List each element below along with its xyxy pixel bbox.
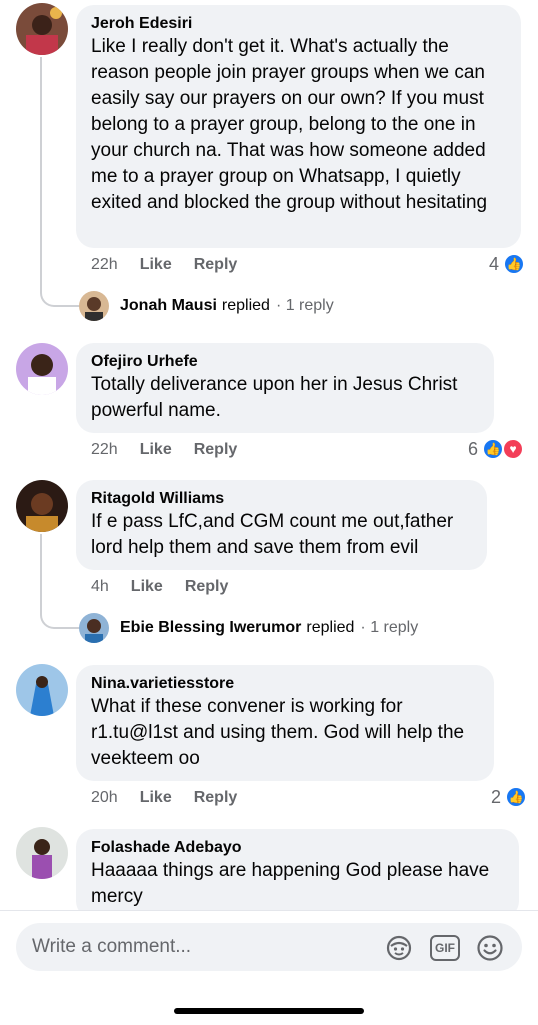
like-reaction-icon: 👍 xyxy=(505,786,528,808)
reply-verb: replied xyxy=(306,619,355,636)
reaction-summary[interactable]: 2 👍 xyxy=(491,786,528,808)
comment-author[interactable]: Ritagold Williams xyxy=(91,489,472,509)
like-button[interactable]: Like xyxy=(131,578,163,596)
comment-actions: 4h Like Reply xyxy=(91,578,228,596)
comment-time[interactable]: 22h xyxy=(91,441,118,459)
comment-text: If e pass LfC,and CGM count me out,fathe… xyxy=(91,511,454,558)
comment-bubble: Folashade Adebayo Haaaaa things are happ… xyxy=(76,829,519,919)
love-reaction-icon: ♥ xyxy=(502,438,525,460)
like-button[interactable]: Like xyxy=(140,789,172,807)
like-button[interactable]: Like xyxy=(140,441,172,459)
reaction-summary[interactable]: 4 👍 xyxy=(489,253,526,275)
comment-time[interactable]: 20h xyxy=(91,789,118,807)
comment-bubble: Ritagold Williams If e pass LfC,and CGM … xyxy=(76,480,487,570)
avatar[interactable] xyxy=(16,480,68,532)
like-button[interactable]: Like xyxy=(140,256,172,274)
comment-bubble: Ofejiro Urhefe Totally deliverance upon … xyxy=(76,343,494,433)
comment-actions: 22h Like Reply xyxy=(91,441,237,459)
comment-author[interactable]: Ofejiro Urhefe xyxy=(91,352,479,372)
reply-avatar[interactable] xyxy=(79,291,109,321)
reply-button[interactable]: Reply xyxy=(194,441,238,459)
comment-composer-bar: Write a comment... GIF xyxy=(0,910,538,1025)
comment-time[interactable]: 22h xyxy=(91,256,118,274)
reply-button[interactable]: Reply xyxy=(194,256,238,274)
comment-author[interactable]: Jeroh Edesiri xyxy=(91,14,506,34)
comment-text: Like I really don't get it. What's actua… xyxy=(91,36,488,213)
avatar[interactable] xyxy=(16,827,68,879)
reaction-summary[interactable]: 6 👍 ♥ xyxy=(468,438,525,460)
reply-avatar[interactable] xyxy=(79,613,109,643)
like-reaction-icon: 👍 xyxy=(503,253,526,275)
avatar-sticker-icon[interactable] xyxy=(385,934,413,962)
avatar[interactable] xyxy=(16,3,68,55)
comment-time[interactable]: 4h xyxy=(91,578,109,596)
reply-button[interactable]: Reply xyxy=(194,789,238,807)
avatar[interactable] xyxy=(16,343,68,395)
comment-bubble: Jeroh Edesiri Like I really don't get it… xyxy=(76,5,521,248)
comment-actions: 20h Like Reply xyxy=(91,789,237,807)
comment-text: What if these convener is working for r1… xyxy=(91,696,465,769)
comment-author[interactable]: Folashade Adebayo xyxy=(91,838,504,858)
home-indicator[interactable] xyxy=(174,1008,364,1014)
reply-count: · 1 reply xyxy=(360,619,419,636)
comment-input-box[interactable]: Write a comment... GIF xyxy=(16,923,522,971)
comment-bubble: Nina.varietiesstore What if these conven… xyxy=(76,665,494,781)
reply-count: · 1 reply xyxy=(275,297,334,314)
gif-icon[interactable]: GIF xyxy=(430,935,460,961)
comment-author[interactable]: Nina.varietiesstore xyxy=(91,674,479,694)
reply-author: Ebie Blessing Iwerumor xyxy=(120,619,302,636)
gif-label: GIF xyxy=(435,941,455,955)
view-replies-link[interactable]: Ebie Blessing Iwerumor replied · 1 reply xyxy=(120,619,418,637)
reply-verb: replied xyxy=(221,297,270,314)
comment-text: Totally deliverance upon her in Jesus Ch… xyxy=(91,374,458,421)
reply-button[interactable]: Reply xyxy=(185,578,229,596)
like-reaction-icon: 👍 xyxy=(482,438,505,460)
view-replies-link[interactable]: Jonah Mausi replied · 1 reply xyxy=(120,297,334,315)
comment-actions: 22h Like Reply xyxy=(91,256,237,274)
comment-text: Haaaaa things are happening God please h… xyxy=(91,860,490,907)
reaction-count: 4 xyxy=(489,253,500,274)
avatar[interactable] xyxy=(16,664,68,716)
reaction-count: 6 xyxy=(468,438,479,459)
comment-input[interactable]: Write a comment... xyxy=(32,936,191,958)
reply-author: Jonah Mausi xyxy=(120,297,217,314)
reaction-count: 2 xyxy=(491,786,502,807)
emoji-icon[interactable] xyxy=(476,934,504,962)
